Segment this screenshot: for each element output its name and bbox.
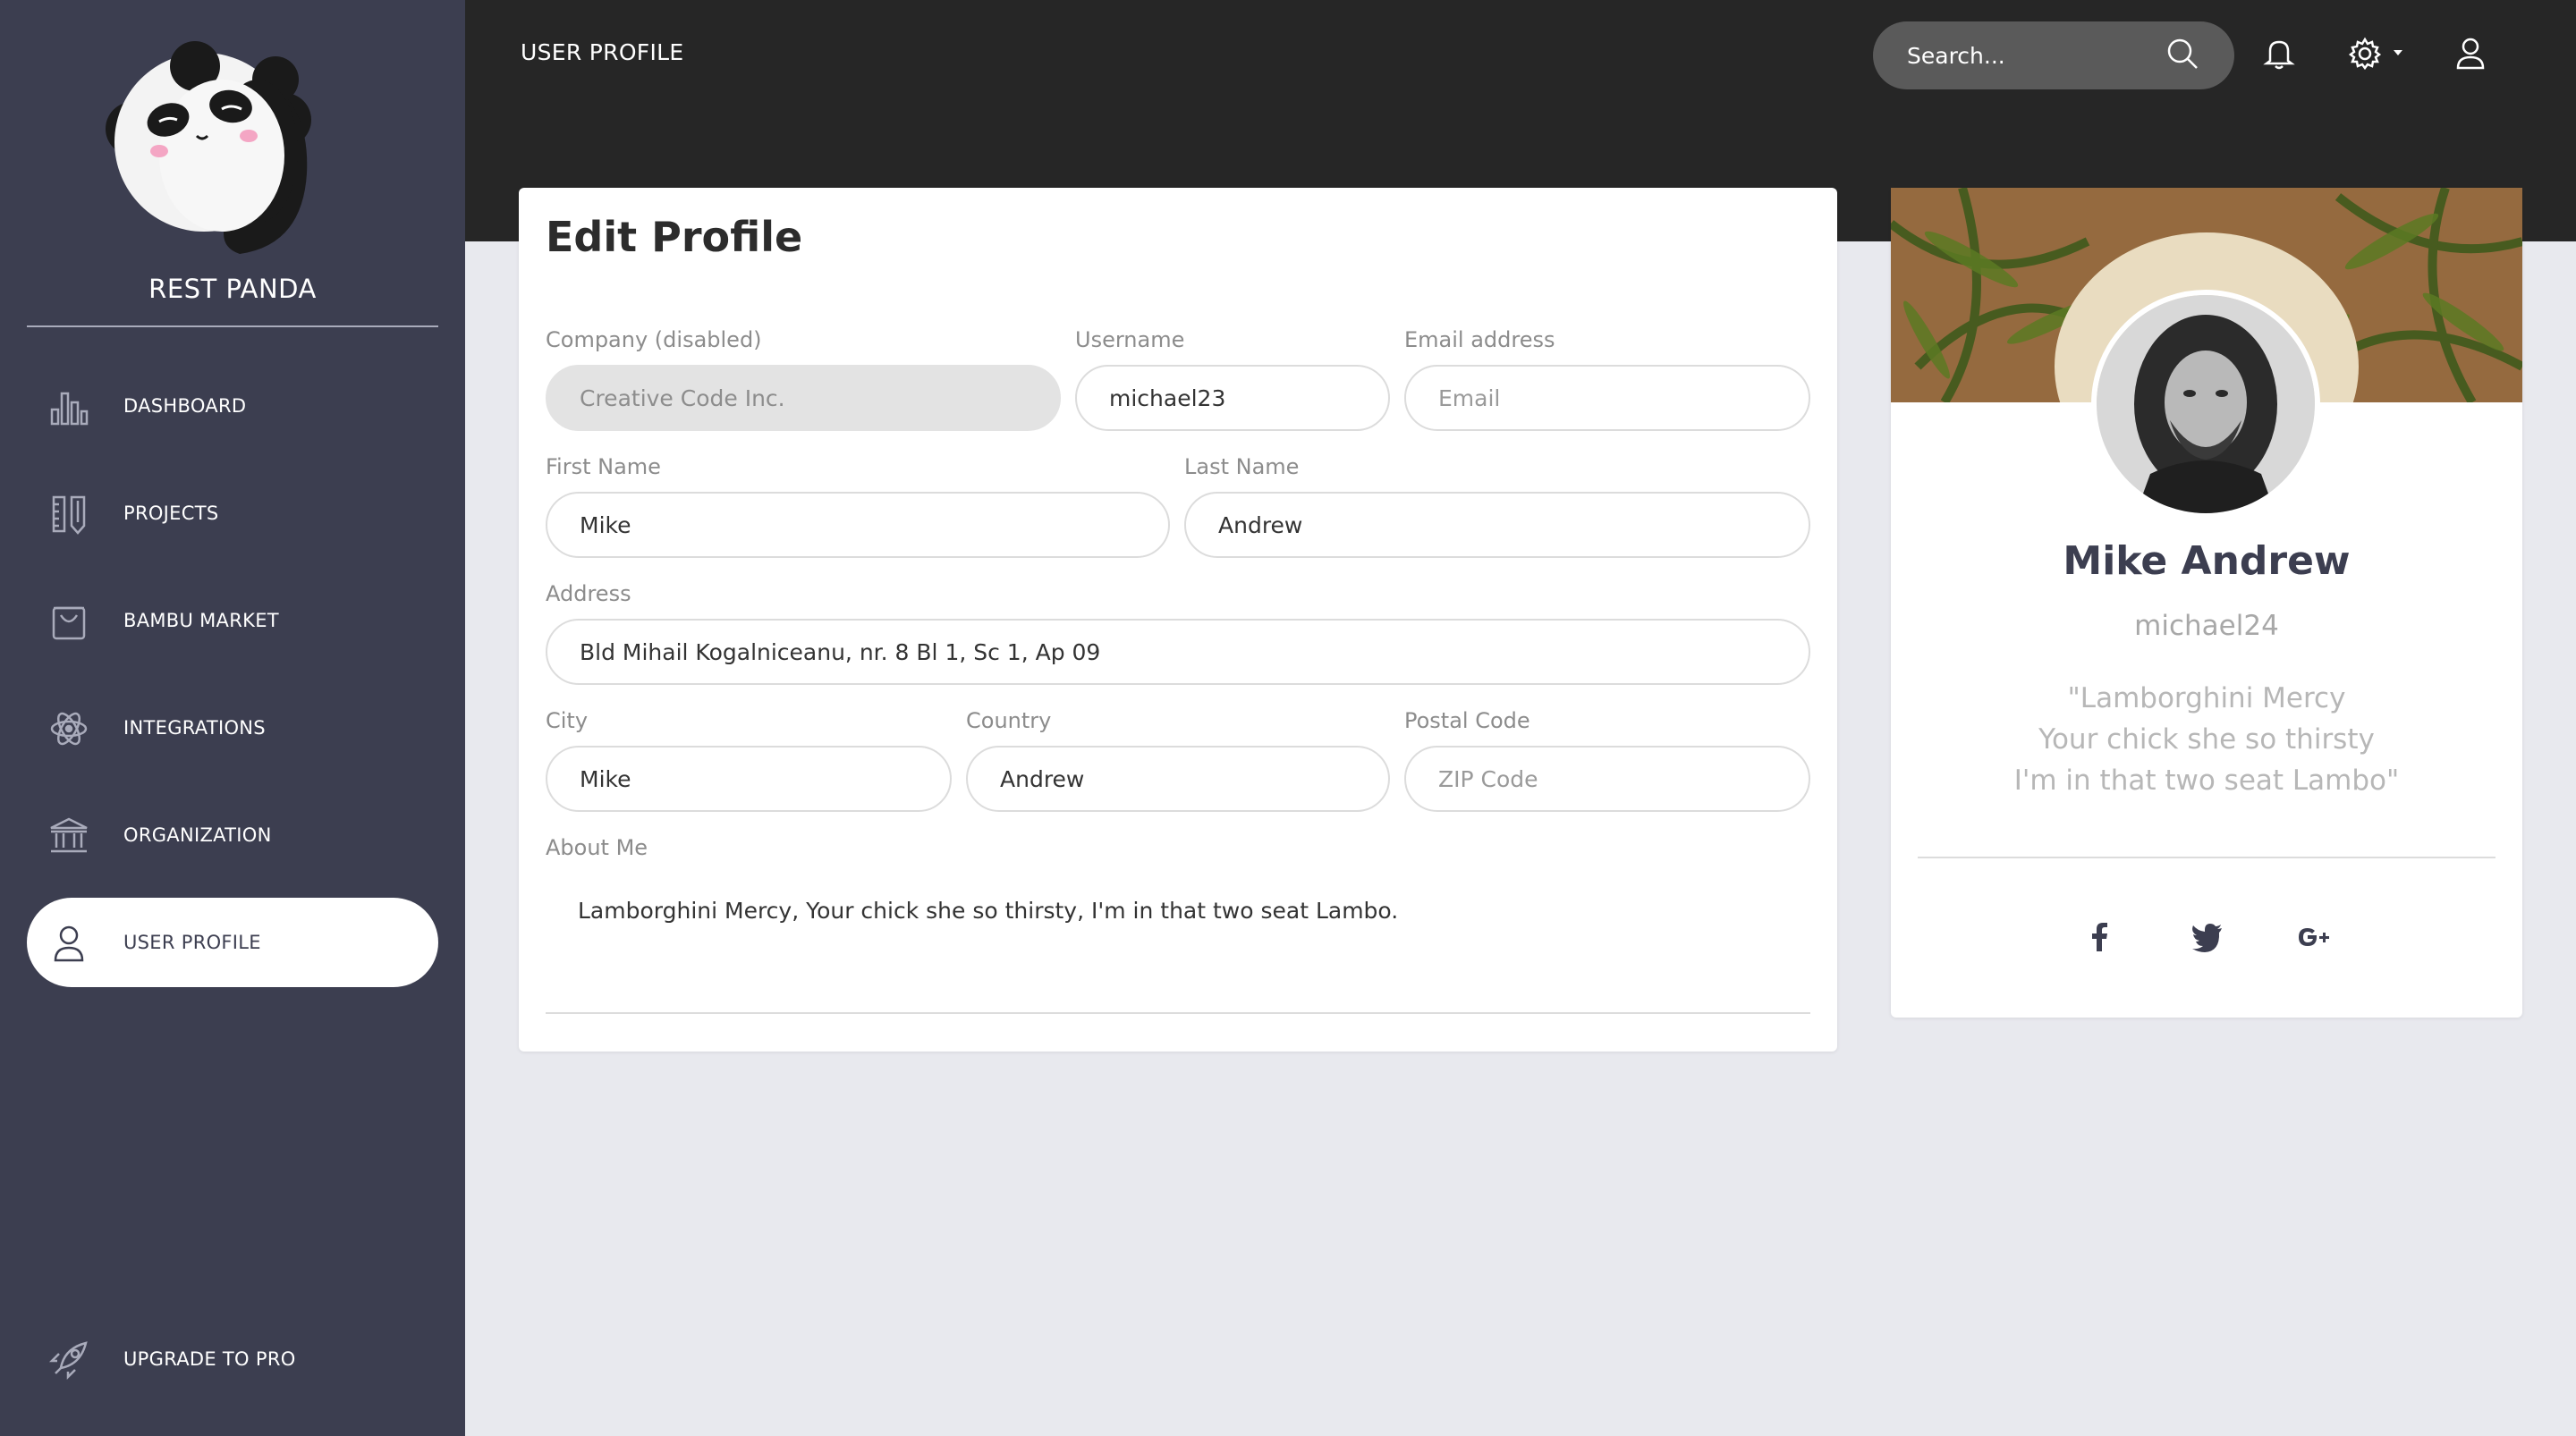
email-field[interactable] <box>1404 365 1810 431</box>
facebook-icon[interactable] <box>2082 919 2118 955</box>
about-me-label: About Me <box>546 835 648 860</box>
about-me-textarea[interactable]: Lamborghini Mercy, Your chick she so thi… <box>578 898 1398 924</box>
bell-icon[interactable] <box>2261 36 2297 72</box>
profile-quote-line: Your chick she so thirsty <box>2038 723 2375 756</box>
postal-code-field[interactable] <box>1404 746 1810 812</box>
profile-quote: "Lamborghini Mercy Your chick she so thi… <box>1891 678 2522 801</box>
panda-logo[interactable] <box>97 30 320 263</box>
country-label: Country <box>966 708 1052 733</box>
sidebar-item-label: BAMBU MARKET <box>123 610 279 631</box>
sidebar-item-dashboard[interactable]: DASHBOARD <box>27 361 438 451</box>
user-icon <box>54 925 84 962</box>
sidebar: REST PANDA DASHBOARD PROJECTS BAMBU MARK… <box>0 0 465 1436</box>
profile-username: michael24 <box>2134 610 2279 642</box>
first-name-label: First Name <box>546 454 661 479</box>
city-label: City <box>546 708 589 733</box>
search-icon[interactable] <box>2165 36 2200 72</box>
building-icon <box>50 817 88 853</box>
brand-name: REST PANDA <box>148 274 317 304</box>
city-field[interactable] <box>546 746 952 812</box>
edit-profile-title: Edit Profile <box>546 213 803 261</box>
username-label: Username <box>1075 327 1185 352</box>
first-name-field[interactable] <box>546 492 1170 558</box>
country-field[interactable] <box>966 746 1390 812</box>
company-label: Company (disabled) <box>546 327 762 352</box>
sidebar-item-label: USER PROFILE <box>123 932 261 953</box>
company-field <box>546 365 1061 431</box>
address-field[interactable] <box>546 619 1810 685</box>
sidebar-item-bambu-market[interactable]: BAMBU MARKET <box>27 576 438 665</box>
gear-icon[interactable] <box>2347 36 2383 72</box>
username-field[interactable] <box>1075 365 1390 431</box>
postal-code-label: Postal Code <box>1404 708 1530 733</box>
google-plus-icon[interactable] <box>2295 919 2331 955</box>
sidebar-item-label: DASHBOARD <box>123 395 247 417</box>
brand-divider <box>27 325 438 327</box>
rulers-icon <box>52 495 86 535</box>
sidebar-item-projects[interactable]: PROJECTS <box>27 469 438 558</box>
sidebar-item-label: INTEGRATIONS <box>123 717 266 739</box>
sidebar-item-label: PROJECTS <box>123 503 219 524</box>
email-label: Email address <box>1404 327 1555 352</box>
profile-quote-line: "Lamborghini Mercy <box>2067 682 2346 714</box>
profile-divider <box>1918 857 2496 858</box>
page-title: USER PROFILE <box>521 39 684 65</box>
sidebar-upgrade-label: UPGRADE TO PRO <box>123 1348 296 1370</box>
atom-icon <box>50 712 88 746</box>
about-me-underline <box>546 1012 1810 1014</box>
rocket-icon <box>48 1341 88 1381</box>
sidebar-item-organization[interactable]: ORGANIZATION <box>27 790 438 880</box>
sidebar-item-upgrade[interactable]: UPGRADE TO PRO <box>27 1314 438 1404</box>
avatar <box>2091 290 2320 519</box>
profile-name: Mike Andrew <box>2063 538 2351 584</box>
account-icon[interactable] <box>2453 36 2488 72</box>
profile-quote-line: I'm in that two seat Lambo" <box>2013 764 2400 797</box>
twitter-icon[interactable] <box>2190 919 2225 955</box>
bar-chart-icon <box>50 392 89 426</box>
last-name-field[interactable] <box>1184 492 1810 558</box>
sidebar-item-integrations[interactable]: INTEGRATIONS <box>27 683 438 773</box>
address-label: Address <box>546 581 631 606</box>
shopping-bag-icon <box>52 606 86 640</box>
caret-down-icon[interactable] <box>2392 48 2404 57</box>
sidebar-item-user-profile[interactable]: USER PROFILE <box>27 898 438 987</box>
sidebar-item-label: ORGANIZATION <box>123 824 272 846</box>
search-input[interactable] <box>1907 36 2157 75</box>
last-name-label: Last Name <box>1184 454 1300 479</box>
